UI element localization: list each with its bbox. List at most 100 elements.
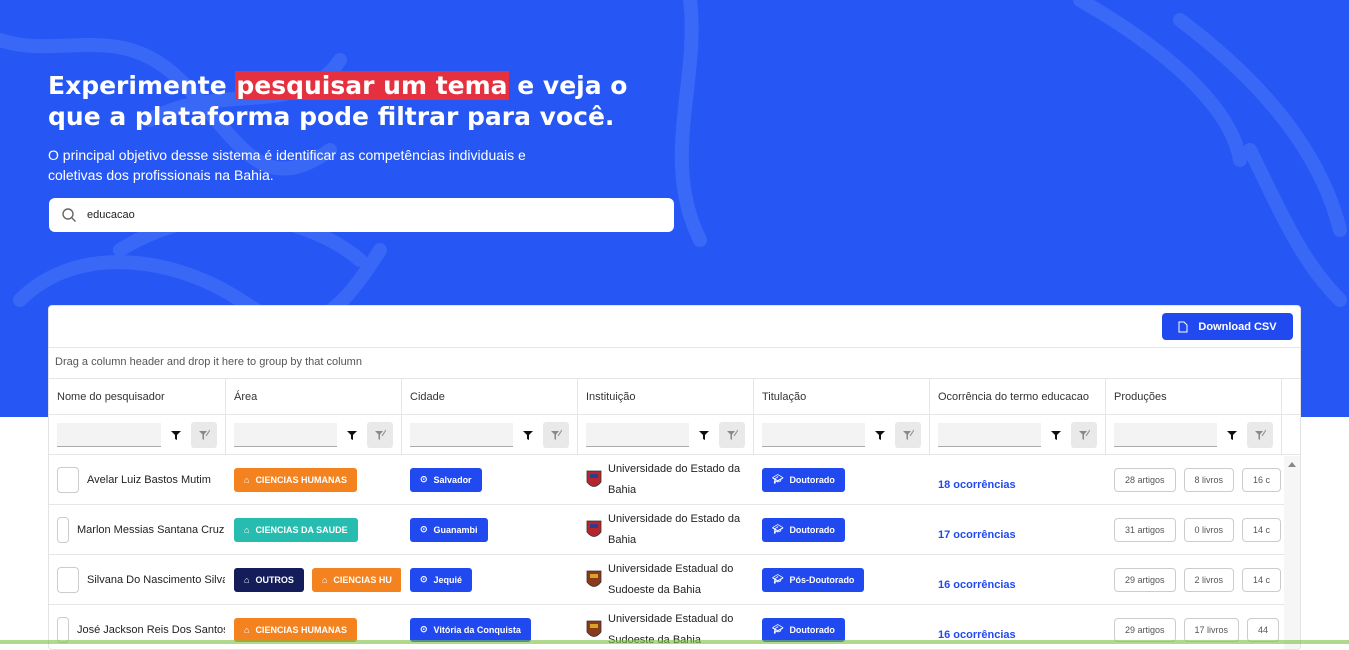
hero-title: Experimente pesquisar um tema e veja o q… xyxy=(48,70,648,132)
filter-cell xyxy=(578,415,754,454)
occurrences-cell: 18 ocorrências xyxy=(930,455,1106,504)
institution-name: Universidade Estadual do Sudoeste da Bah… xyxy=(608,559,745,601)
area-tag[interactable]: ⌂CIENCIAS DA SAUDE xyxy=(234,518,358,542)
institution-cell: Universidade do Estado da Bahia xyxy=(578,505,754,554)
researcher-name[interactable]: Silvana Do Nascimento Silva xyxy=(87,574,226,586)
articles-badge[interactable]: 31 artigos xyxy=(1114,518,1176,542)
books-badge[interactable]: 17 livros xyxy=(1184,618,1240,642)
filter-input[interactable] xyxy=(938,423,1041,447)
area-icon: ⌂ xyxy=(244,625,249,635)
area-tag[interactable]: ⌂CIENCIAS HU xyxy=(312,568,402,592)
vertical-scrollbar[interactable] xyxy=(1284,456,1300,650)
institution-crest-icon xyxy=(586,469,602,491)
researcher-name[interactable]: José Jackson Reis Dos Santos xyxy=(77,624,226,636)
degree-tag[interactable]: 🎓︎Doutorado xyxy=(762,468,845,492)
chapters-badge[interactable]: 16 c xyxy=(1242,468,1281,492)
column-header-ocorrencia[interactable]: Ocorrência do termo educacao xyxy=(930,379,1106,414)
articles-badge[interactable]: 29 artigos xyxy=(1114,618,1176,642)
chapters-badge[interactable]: 14 c xyxy=(1242,518,1281,542)
table-row[interactable]: Silvana Do Nascimento Silva ⌂OUTROS ⌂CIE… xyxy=(49,555,1300,605)
avatar xyxy=(57,567,79,593)
area-cell: ⌂CIENCIAS HUMANAS xyxy=(226,455,402,504)
filter-icon[interactable] xyxy=(165,423,187,447)
researcher-cell: Silvana Do Nascimento Silva xyxy=(49,555,226,604)
area-tag[interactable]: ⌂CIENCIAS HUMANAS xyxy=(234,468,357,492)
filter-icon[interactable] xyxy=(341,423,363,447)
column-header-instituicao[interactable]: Instituição xyxy=(578,379,754,414)
researcher-cell: Marlon Messias Santana Cruz xyxy=(49,505,226,554)
researcher-name[interactable]: Avelar Luiz Bastos Mutim xyxy=(87,474,211,486)
column-header-titulacao[interactable]: Titulação xyxy=(754,379,930,414)
area-tag[interactable]: ⌂OUTROS xyxy=(234,568,304,592)
clear-filter-icon[interactable] xyxy=(543,422,569,448)
articles-badge[interactable]: 29 artigos xyxy=(1114,568,1176,592)
city-tag[interactable]: ⊙Vitória da Conquista xyxy=(410,618,531,642)
column-header-producoes[interactable]: Produções xyxy=(1106,379,1282,414)
search-input[interactable] xyxy=(87,209,647,221)
productions-cell: 28 artigos 8 livros 16 c xyxy=(1106,455,1282,504)
column-header-area[interactable]: Área xyxy=(226,379,402,414)
header-row: Nome do pesquisador Área Cidade Institui… xyxy=(49,379,1300,415)
clear-filter-icon[interactable] xyxy=(1247,422,1273,448)
books-badge[interactable]: 2 livros xyxy=(1184,568,1235,592)
table-row[interactable]: Marlon Messias Santana Cruz ⌂CIENCIAS DA… xyxy=(49,505,1300,555)
clear-filter-icon[interactable] xyxy=(895,422,921,448)
occurrences-link[interactable]: 17 ocorrências xyxy=(938,519,1016,541)
location-pin-icon: ⊙ xyxy=(420,524,428,535)
degree-tag[interactable]: 🎓︎Pós-Doutorado xyxy=(762,568,864,592)
books-badge[interactable]: 0 livros xyxy=(1184,518,1235,542)
filter-input[interactable] xyxy=(57,423,161,447)
group-panel[interactable]: Drag a column header and drop it here to… xyxy=(49,348,1300,379)
researcher-cell: Avelar Luiz Bastos Mutim xyxy=(49,455,226,504)
institution-name: Universidade do Estado da Bahia xyxy=(608,509,745,551)
filter-input[interactable] xyxy=(410,423,513,447)
city-tag[interactable]: ⊙Guanambi xyxy=(410,518,488,542)
occurrences-link[interactable]: 18 ocorrências xyxy=(938,469,1016,491)
articles-badge[interactable]: 28 artigos xyxy=(1114,468,1176,492)
grid-body: Avelar Luiz Bastos Mutim ⌂CIENCIAS HUMAN… xyxy=(49,455,1300,650)
clear-filter-icon[interactable] xyxy=(191,422,217,448)
column-header-nome[interactable]: Nome do pesquisador xyxy=(49,379,226,414)
degree-cell: 🎓︎Doutorado xyxy=(754,455,930,504)
search-bar[interactable] xyxy=(49,198,674,232)
table-row[interactable]: Avelar Luiz Bastos Mutim ⌂CIENCIAS HUMAN… xyxy=(49,455,1300,505)
filter-icon[interactable] xyxy=(693,423,715,447)
filter-icon[interactable] xyxy=(1045,423,1067,447)
occurrences-cell: 17 ocorrências xyxy=(930,505,1106,554)
filter-input[interactable] xyxy=(1114,423,1217,447)
area-icon: ⌂ xyxy=(244,575,249,585)
file-csv-icon xyxy=(1178,321,1188,333)
location-pin-icon: ⊙ xyxy=(420,474,428,485)
chapters-badge[interactable]: 44 xyxy=(1247,618,1279,642)
filter-icon[interactable] xyxy=(869,423,891,447)
researcher-name[interactable]: Marlon Messias Santana Cruz xyxy=(77,524,224,536)
degree-tag[interactable]: 🎓︎Doutorado xyxy=(762,518,845,542)
clear-filter-icon[interactable] xyxy=(1071,422,1097,448)
chapters-badge[interactable]: 14 c xyxy=(1242,568,1281,592)
column-header-cidade[interactable]: Cidade xyxy=(402,379,578,414)
filter-input[interactable] xyxy=(234,423,337,447)
avatar xyxy=(57,517,69,543)
occurrences-link[interactable]: 16 ocorrências xyxy=(938,619,1016,641)
productions-cell: 29 artigos 2 livros 14 c xyxy=(1106,555,1282,604)
filter-icon[interactable] xyxy=(517,423,539,447)
filter-cell xyxy=(402,415,578,454)
location-pin-icon: ⊙ xyxy=(420,624,428,635)
scroll-up-icon[interactable] xyxy=(1288,462,1296,467)
area-tag[interactable]: ⌂CIENCIAS HUMANAS xyxy=(234,618,357,642)
download-csv-button[interactable]: Download CSV xyxy=(1162,313,1293,340)
institution-cell: Universidade Estadual do Sudoeste da Bah… xyxy=(578,555,754,604)
city-tag[interactable]: ⊙Jequié xyxy=(410,568,472,592)
filter-icon[interactable] xyxy=(1221,423,1243,447)
city-tag[interactable]: ⊙Salvador xyxy=(410,468,482,492)
degree-tag[interactable]: 🎓︎Doutorado xyxy=(762,618,845,642)
institution-crest-icon xyxy=(586,519,602,541)
bottom-divider xyxy=(0,640,1349,644)
filter-input[interactable] xyxy=(586,423,689,447)
area-icon: ⌂ xyxy=(244,525,249,535)
clear-filter-icon[interactable] xyxy=(719,422,745,448)
books-badge[interactable]: 8 livros xyxy=(1184,468,1235,492)
filter-input[interactable] xyxy=(762,423,865,447)
occurrences-link[interactable]: 16 ocorrências xyxy=(938,569,1016,591)
clear-filter-icon[interactable] xyxy=(367,422,393,448)
